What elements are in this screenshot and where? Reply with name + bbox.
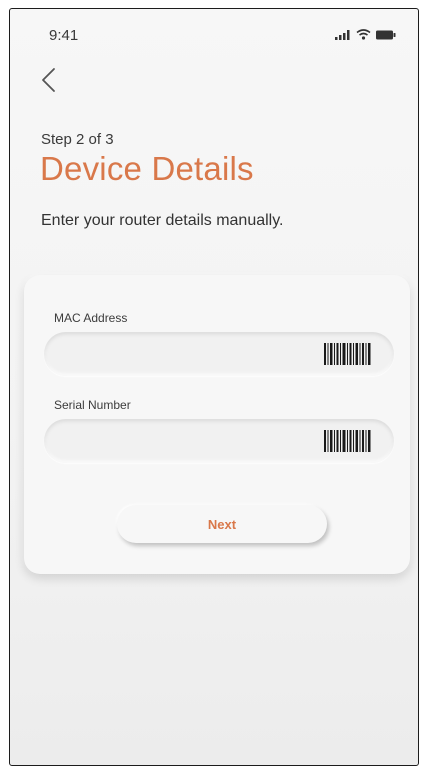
mac-address-field[interactable]: [44, 332, 394, 376]
serial-number-label: Serial Number: [54, 398, 131, 412]
signal-icon: [335, 30, 350, 40]
phone-screen: 9:41 Step 2 of 3 Device Details Enter yo…: [9, 8, 419, 766]
mac-address-input[interactable]: [60, 332, 310, 376]
page-subtitle: Enter your router details manually.: [41, 212, 284, 229]
battery-icon: [376, 30, 396, 40]
serial-number-field[interactable]: [44, 419, 394, 463]
step-indicator: Step 2 of 3: [41, 131, 114, 148]
chevron-left-icon: [42, 68, 55, 92]
next-button[interactable]: Next: [117, 505, 327, 543]
wifi-icon: [356, 29, 371, 40]
device-details-card: MAC Address Serial Number Next: [24, 275, 410, 574]
barcode-icon[interactable]: [324, 430, 372, 452]
status-time: 9:41: [49, 27, 79, 44]
status-bar: 9:41: [10, 9, 418, 59]
page-title: Device Details: [40, 150, 254, 187]
serial-number-input[interactable]: [60, 419, 310, 463]
mac-address-label: MAC Address: [54, 311, 128, 325]
status-icons: [335, 29, 396, 40]
back-button[interactable]: [36, 63, 66, 97]
barcode-icon[interactable]: [324, 343, 372, 365]
